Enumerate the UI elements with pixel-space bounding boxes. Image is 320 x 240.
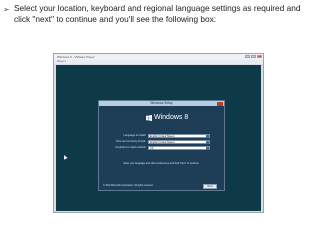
setup-hint: Enter your language and other preference…: [123, 162, 200, 165]
chevron-down-icon: [206, 140, 209, 144]
arrow-bullet-icon: ➢: [3, 5, 10, 14]
vm-menubar: Player ▾: [54, 60, 263, 64]
keyboard-select[interactable]: US: [148, 145, 210, 150]
language-row: Language to install: English (United Sta…: [99, 133, 224, 138]
maximize-button[interactable]: [251, 55, 256, 58]
chevron-down-icon: [206, 146, 209, 150]
mouse-cursor-icon: [62, 154, 68, 160]
time-format-select[interactable]: English (United States): [148, 139, 210, 144]
language-label: Language to install:: [123, 134, 147, 137]
language-value: English (United States): [150, 134, 175, 138]
copyright-text: © 2012 Microsoft Corporation. All rights…: [103, 185, 154, 187]
minimize-button[interactable]: [245, 55, 250, 58]
setup-titlebar: Windows Setup: [99, 101, 224, 106]
vm-screen[interactable]: Windows Setup Windows 8 Language to inst…: [56, 65, 261, 211]
keyboard-label: Keyboard or input method:: [115, 146, 146, 149]
setup-title: Windows Setup: [150, 101, 173, 105]
windows-setup-dialog: Windows Setup Windows 8 Language to inst…: [98, 100, 225, 191]
close-button[interactable]: [257, 55, 262, 58]
chevron-down-icon: [206, 134, 209, 138]
time-format-label: Time and currency format:: [115, 140, 146, 143]
windows-logo-icon: [146, 115, 152, 121]
instruction-text: Select your location, keyboard and regio…: [14, 3, 301, 24]
keyboard-row: Keyboard or input method: US: [99, 145, 224, 150]
time-format-value: English (United States): [150, 140, 175, 144]
keyboard-value: US: [150, 146, 154, 150]
product-name: Windows 8: [154, 114, 189, 121]
time-format-row: Time and currency format: English (Unite…: [99, 139, 224, 144]
next-button[interactable]: Next: [203, 184, 217, 189]
player-menu[interactable]: Player ▾: [57, 60, 66, 64]
vm-player-window: Windows 8 - VMware Player Player ▾ Windo…: [53, 53, 264, 213]
language-select[interactable]: English (United States): [148, 133, 210, 138]
setup-close-button[interactable]: [217, 101, 223, 106]
